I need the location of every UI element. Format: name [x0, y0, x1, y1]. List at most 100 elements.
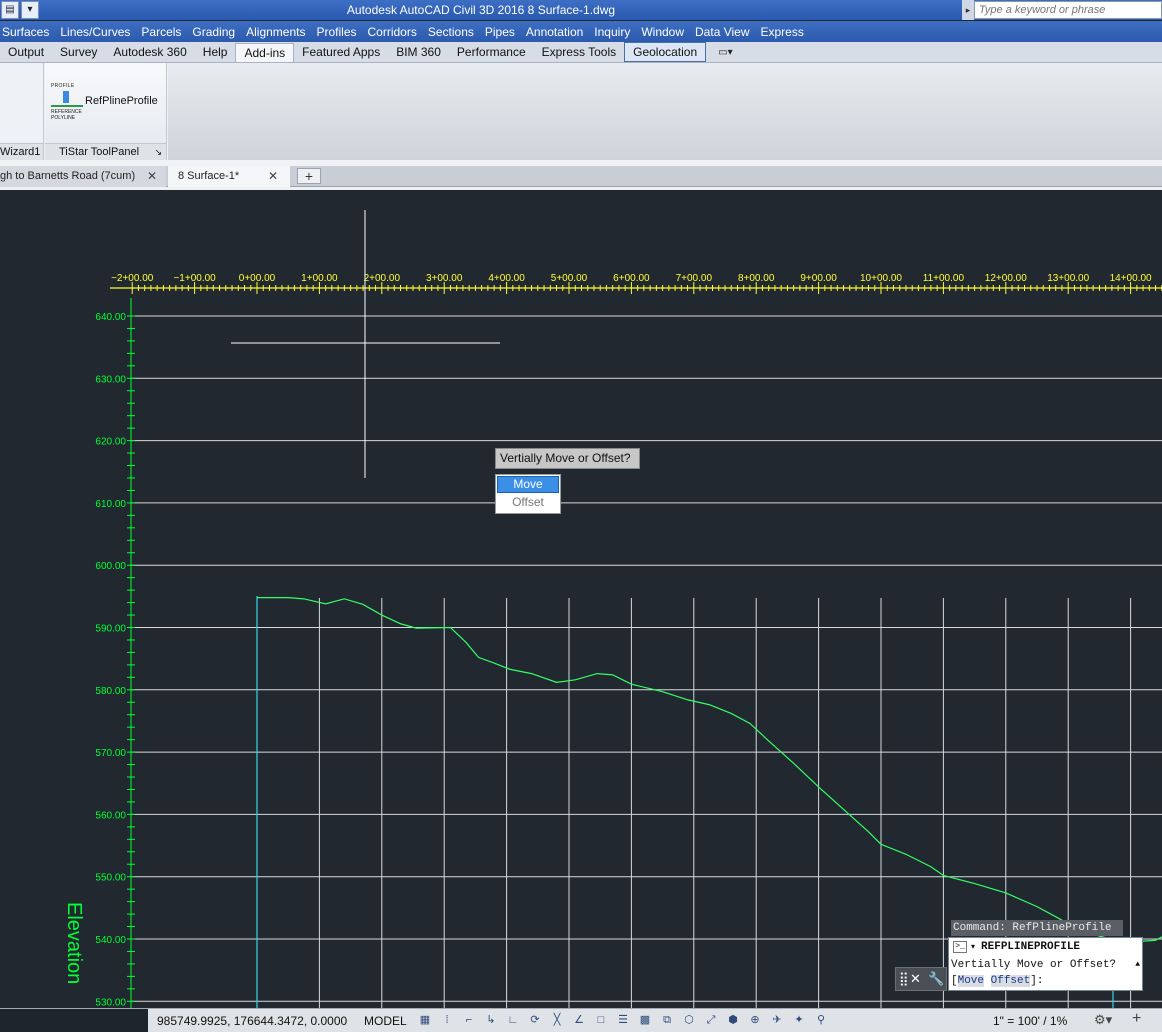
- command-prompt-text: Vertially Move or Offset?: [951, 959, 1117, 971]
- elevation-label: 620.00: [95, 437, 126, 448]
- gear-icon[interactable]: ⚙▾: [1094, 1012, 1112, 1028]
- menu-corridors[interactable]: Corridors: [368, 25, 417, 39]
- drawing-canvas[interactable]: 640.00 630.00 620.00 610.00 600.00 590.00 580.…: [0, 190, 1162, 1008]
- annotation-visibility-icon[interactable]: ✈: [770, 1012, 784, 1028]
- chevron-down-icon[interactable]: ▾: [971, 942, 975, 952]
- status-bar: 985749.9925, 176644.3472, 0.0000 MODEL ▦…: [0, 1008, 1162, 1032]
- keyword-offset[interactable]: Offset: [990, 975, 1031, 987]
- menu-grading[interactable]: Grading: [192, 25, 235, 39]
- new-tab-button[interactable]: +: [297, 168, 321, 184]
- doc-tab-barnetts[interactable]: gh to Barnetts Road (7cum) ✕: [0, 166, 166, 187]
- status-bar-left: [0, 1009, 148, 1032]
- tab-output[interactable]: Output: [0, 43, 52, 61]
- model-space-button[interactable]: MODEL: [364, 1014, 407, 1028]
- tab-autodesk-360[interactable]: Autodesk 360: [105, 43, 194, 61]
- panel-label-tistar[interactable]: TiStar ToolPanel ↘: [45, 143, 166, 160]
- menu-lines-curves[interactable]: Lines/Curves: [60, 25, 130, 39]
- search-input[interactable]: [974, 1, 1162, 19]
- object-snap-icon[interactable]: □: [594, 1012, 608, 1028]
- menu-sections[interactable]: Sections: [428, 25, 474, 39]
- command-history: Command: RefPlineProfile: [951, 920, 1123, 936]
- chevron-up-icon[interactable]: ▲: [1135, 960, 1140, 969]
- close-icon[interactable]: ✕: [147, 166, 157, 186]
- menu-parcels[interactable]: Parcels: [141, 25, 181, 39]
- coordinate-readout[interactable]: 985749.9925, 176644.3472, 0.0000: [157, 1014, 347, 1028]
- command-prompt-icon[interactable]: >_: [953, 941, 967, 953]
- title-bar: ▤ ▾ Autodesk AutoCAD Civil 3D 2016 8 Sur…: [0, 0, 1162, 20]
- refplineprofile-label: RefPlineProfile: [85, 95, 158, 107]
- ribbon-panel-tistar: PROFILE REFERENCE POLYLINE RefPlineProfi…: [45, 63, 167, 160]
- annotation-scale[interactable]: 1" = 100' / 1%: [993, 1014, 1067, 1028]
- auto-scale-icon[interactable]: ✦: [792, 1012, 806, 1028]
- option-menu: Move Offset: [495, 474, 561, 514]
- polar-icon[interactable]: ⟳: [528, 1012, 542, 1028]
- ribbon-empty-area: [168, 63, 1162, 160]
- tab-featured-apps[interactable]: Featured Apps: [294, 43, 388, 61]
- station-label: 0+00.00: [239, 273, 276, 284]
- command-line[interactable]: >_ ▾ REFPLINEPROFILE Vertially Move or O…: [948, 937, 1143, 991]
- dynamic-input-icon[interactable]: ⤢: [704, 1012, 718, 1028]
- refplineprofile-button[interactable]: PROFILE REFERENCE POLYLINE RefPlineProfi…: [51, 83, 158, 121]
- station-label: −1+00.00: [173, 273, 216, 284]
- elevation-label: 610.00: [95, 499, 126, 510]
- 3d-osnap-icon[interactable]: ⬡: [682, 1012, 696, 1028]
- elevation-label: 530.00: [95, 997, 126, 1008]
- menu-inquiry[interactable]: Inquiry: [594, 25, 630, 39]
- grip-handle-icon[interactable]: ⣿: [899, 971, 909, 987]
- ortho-icon[interactable]: ∟: [506, 1012, 520, 1028]
- lineweight-icon[interactable]: ☰: [616, 1012, 630, 1028]
- minimize-ribbon-icon[interactable]: ▭▾: [718, 47, 732, 58]
- elevation-label: 540.00: [95, 935, 126, 946]
- elevation-label: 550.00: [95, 873, 126, 884]
- tab-geolocation[interactable]: Geolocation: [624, 42, 707, 62]
- menu-data-view[interactable]: Data View: [695, 25, 749, 39]
- tab-add-ins[interactable]: Add-ins: [235, 42, 295, 62]
- menu-surfaces[interactable]: Surfaces: [2, 25, 49, 39]
- dynamic-input-prompt: Vertially Move or Offset?: [495, 448, 640, 469]
- customization-icon[interactable]: +: [1132, 1010, 1141, 1028]
- transparency-icon[interactable]: ▩: [638, 1012, 652, 1028]
- command-line-grip: ⣿ ✕ 🔧: [895, 967, 947, 991]
- doc-tab-surface[interactable]: 8 Surface-1* ✕: [168, 166, 290, 187]
- menu-annotation[interactable]: Annotation: [526, 25, 583, 39]
- dialog-launcher-icon[interactable]: ↘: [154, 144, 162, 160]
- tab-help[interactable]: Help: [195, 43, 236, 61]
- search-expand-icon[interactable]: ▸: [962, 0, 974, 20]
- panel-label-wizard[interactable]: Wizard1: [0, 143, 43, 160]
- snap-icon[interactable]: ⁞: [440, 1012, 454, 1028]
- command-options: [Move Offset]:: [951, 975, 1044, 987]
- profile-polyline-icon: PROFILE REFERENCE POLYLINE: [51, 83, 83, 121]
- keyword-move[interactable]: Move: [957, 975, 985, 987]
- ribbon-tabs: Output Survey Autodesk 360 Help Add-ins Featu…: [0, 42, 1162, 63]
- gizmo-icon[interactable]: ⊕: [748, 1012, 762, 1028]
- tab-express-tools[interactable]: Express Tools: [534, 43, 624, 61]
- menu-window[interactable]: Window: [641, 25, 684, 39]
- tab-performance[interactable]: Performance: [449, 43, 534, 61]
- annotation-scale-icon[interactable]: ⚲: [814, 1012, 828, 1028]
- tab-bim-360[interactable]: BIM 360: [388, 43, 449, 61]
- grid-icon[interactable]: ▦: [418, 1012, 432, 1028]
- isolate-icon[interactable]: ⬢: [726, 1012, 740, 1028]
- tab-survey[interactable]: Survey: [52, 43, 105, 61]
- status-toggles: ▦ ⁞ ⌐ ↳ ∟ ⟳ ╳ ∠ □ ☰ ▩ ⧉ ⬡ ⤢ ⬢ ⊕ ✈ ✦ ⚲: [414, 1012, 832, 1028]
- elevation-label: 580.00: [95, 686, 126, 697]
- close-icon[interactable]: ✕: [268, 166, 278, 186]
- infer-icon[interactable]: ⌐: [462, 1012, 476, 1028]
- station-label: 7+00.00: [676, 273, 713, 284]
- dynamic-ucs-icon[interactable]: ↳: [484, 1012, 498, 1028]
- close-icon[interactable]: ✕: [910, 971, 921, 987]
- selection-cycling-icon[interactable]: ⧉: [660, 1012, 674, 1028]
- station-label: 5+00.00: [551, 273, 588, 284]
- menu-express[interactable]: Express: [761, 25, 804, 39]
- wrench-icon[interactable]: 🔧: [928, 971, 944, 987]
- menu-profiles[interactable]: Profiles: [316, 25, 356, 39]
- isodraft-icon[interactable]: ╳: [550, 1012, 564, 1028]
- station-label: 2+00.00: [364, 273, 401, 284]
- option-move[interactable]: Move: [497, 476, 559, 493]
- object-snap-tracking-icon[interactable]: ∠: [572, 1012, 586, 1028]
- elevation-label: 630.00: [95, 374, 126, 385]
- menu-pipes[interactable]: Pipes: [485, 25, 515, 39]
- elevation-label: 600.00: [95, 561, 126, 572]
- option-offset[interactable]: Offset: [496, 494, 560, 513]
- menu-alignments[interactable]: Alignments: [246, 25, 305, 39]
